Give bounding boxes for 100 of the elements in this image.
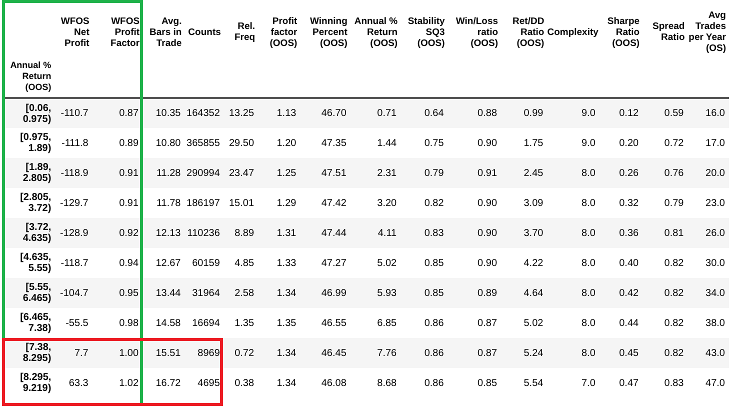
table-cell: 1.44 [350, 128, 401, 158]
column-header: Sharpe Ratio (OOS) [606, 14, 641, 50]
table-cell: 3.20 [350, 188, 401, 218]
table-cell: 46.45 [300, 338, 350, 368]
table-cell: 17.0 [688, 128, 729, 158]
table-cell: 0.85 [448, 368, 502, 398]
column-header: Counts [187, 26, 222, 40]
table-cell: 0.86 [400, 308, 448, 338]
table-cell: 60159 [184, 248, 224, 278]
table-cell: 0.83 [400, 218, 448, 248]
table-cell: 0.94 [92, 248, 143, 278]
table-cell: 63.3 [54, 368, 92, 398]
table-cell: 0.92 [92, 218, 143, 248]
table-cell: 23.47 [224, 158, 258, 188]
table-cell: 7.76 [350, 338, 401, 368]
table-cell: 0.82 [400, 188, 448, 218]
table-cell: 0.82 [642, 278, 688, 308]
column-header: Annual % Return (OOS) [353, 14, 399, 50]
column-header: Complexity [547, 26, 600, 40]
row-index: [8.295, 9.219) [2, 368, 54, 398]
table-cell: 8.0 [547, 248, 600, 278]
table-cell: 10.35 [142, 98, 185, 128]
table-cell: 0.76 [642, 158, 688, 188]
table-cell: 14.58 [142, 308, 185, 338]
table-cell: 0.36 [599, 218, 643, 248]
table-cell: 8.0 [547, 278, 600, 308]
table-cell: 46.08 [300, 368, 350, 398]
table-cell: 0.59 [642, 98, 688, 128]
table-cell: 43.0 [688, 338, 729, 368]
table-cell: 8.0 [547, 218, 600, 248]
table-cell: -118.9 [54, 158, 92, 188]
table-cell: 31964 [184, 278, 224, 308]
table-cell: 365855 [184, 128, 224, 158]
table-cell: 0.82 [642, 308, 688, 338]
table-cell: 1.25 [258, 158, 300, 188]
table-cell: 7.0 [547, 368, 600, 398]
table-cell: 5.02 [501, 308, 548, 338]
table-cell: 13.44 [142, 278, 185, 308]
table-cell: 1.35 [224, 308, 258, 338]
row-index: [4.635, 5.55) [2, 248, 54, 278]
table-cell: 46.70 [300, 98, 350, 128]
table-cell: 0.90 [448, 218, 502, 248]
table-cell: 9.0 [547, 98, 600, 128]
column-header: Avg. Bars in Trade [148, 14, 183, 50]
table-cell: 8969 [184, 338, 224, 368]
row-index: [1.89, 2.805) [2, 158, 54, 188]
table-cell: 186197 [184, 188, 224, 218]
table-cell: 16.72 [142, 368, 185, 398]
table-cell: 1.34 [258, 338, 300, 368]
table-cell: 3.70 [501, 218, 548, 248]
table-cell: -118.7 [54, 248, 92, 278]
table-cell: 4.85 [224, 248, 258, 278]
table-cell: 1.13 [258, 98, 300, 128]
table-cell: 8.89 [224, 218, 258, 248]
table-cell: 0.79 [642, 188, 688, 218]
table-cell: 47.0 [688, 368, 729, 398]
table-cell: 0.95 [92, 278, 143, 308]
table-cell: 1.29 [258, 188, 300, 218]
table-cell: 0.72 [642, 128, 688, 158]
table-cell: 16694 [184, 308, 224, 338]
table-cell: 164352 [184, 98, 224, 128]
table-cell: 1.34 [258, 278, 300, 308]
table-cell: 0.91 [448, 158, 502, 188]
table-cell: 12.67 [142, 248, 185, 278]
table-cell: 0.85 [400, 278, 448, 308]
table-cell: 0.86 [400, 338, 448, 368]
table-cell: 0.45 [599, 338, 643, 368]
row-index: [6.465, 7.38) [2, 308, 54, 338]
table-cell: 4695 [184, 368, 224, 398]
table-cell: 47.44 [300, 218, 350, 248]
column-header: Winning Percent (OOS) [309, 14, 348, 50]
table-cell: 0.32 [599, 188, 643, 218]
table-cell: 0.90 [448, 128, 502, 158]
row-index: [2.805, 3.72) [2, 188, 54, 218]
table-cell: 1.00 [92, 338, 143, 368]
row-index: [3.72, 4.635) [2, 218, 54, 248]
table-cell: 0.82 [642, 248, 688, 278]
table-cell: 1.31 [258, 218, 300, 248]
table-cell: 0.98 [92, 308, 143, 338]
table-cell: 11.78 [142, 188, 185, 218]
row-index: [0.975, 1.89) [2, 128, 54, 158]
table-cell: 290994 [184, 158, 224, 188]
table-cell: 3.09 [501, 188, 548, 218]
table-cell: 1.35 [258, 308, 300, 338]
table-cell: -104.7 [54, 278, 92, 308]
table-cell: 7.7 [54, 338, 92, 368]
table-cell: 0.75 [400, 128, 448, 158]
table-cell: 1.75 [501, 128, 548, 158]
table-cell: 0.85 [400, 248, 448, 278]
column-header: Spread Ratio [652, 20, 686, 45]
table-cell: 11.28 [142, 158, 185, 188]
table-cell: 29.50 [224, 128, 258, 158]
table-cell: 47.27 [300, 248, 350, 278]
table-cell: 8.0 [547, 188, 600, 218]
table-cell: 0.86 [400, 368, 448, 398]
table-cell: -111.8 [54, 128, 92, 158]
table-cell: 15.51 [142, 338, 185, 368]
table-cell: 0.64 [400, 98, 448, 128]
table-cell: 1.02 [92, 368, 143, 398]
table-cell: 4.22 [501, 248, 548, 278]
